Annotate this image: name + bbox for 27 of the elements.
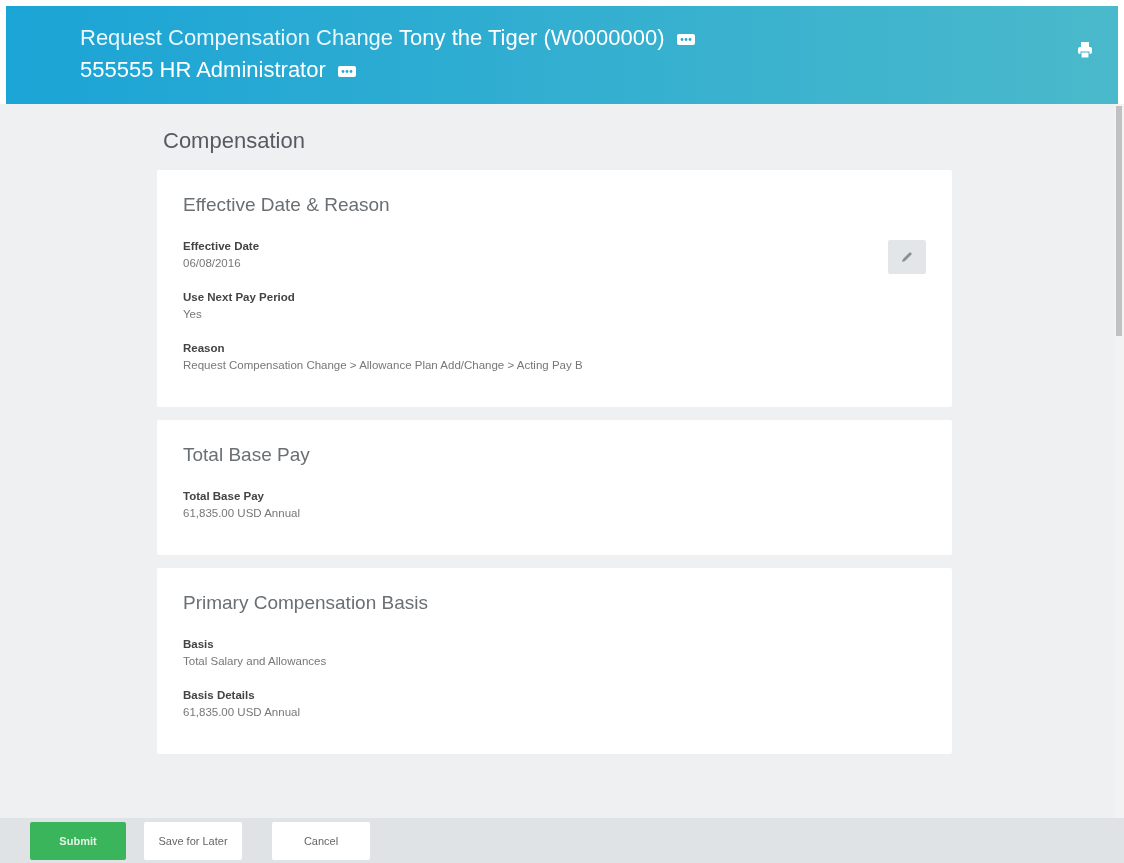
field-value: 61,835.00 USD Annual [183, 507, 300, 519]
field-label: Use Next Pay Period [183, 291, 295, 303]
print-icon[interactable] [1078, 42, 1092, 58]
task-title: Request Compensation Change [80, 25, 394, 50]
related-actions-icon[interactable] [337, 65, 356, 77]
field-label: Reason [183, 342, 225, 354]
field-label: Effective Date [183, 240, 260, 252]
field-label: Basis [183, 638, 214, 650]
footer-button[interactable]: Save for Later [144, 821, 242, 860]
section-title: Effective Date & Reason [183, 194, 390, 216]
field-label: Basis Details [183, 689, 255, 701]
edit-button[interactable] [888, 240, 926, 274]
submit-button[interactable]: Submit [30, 821, 126, 860]
field-value: 06/08/2016 [183, 257, 241, 269]
field-value: Yes [183, 308, 202, 320]
section-title: Primary Compensation Basis [183, 592, 428, 614]
pencil-icon [900, 250, 914, 264]
field-value: Request Compensation Change > Allowance Plan Add/Change > Acting Pay B [183, 359, 583, 371]
field-value: Total Salary and Allowances [183, 655, 327, 667]
field-label: Total Base Pay [183, 490, 264, 502]
section-title: Total Base Pay [183, 444, 310, 466]
footer-button[interactable]: Cancel [272, 821, 370, 860]
related-actions-icon[interactable] [676, 33, 695, 45]
title-link[interactable]: 555555 HR Administrator [80, 54, 326, 86]
page-title: Compensation [163, 128, 305, 154]
title-link[interactable]: Tony the Tiger (W0000000) [399, 22, 665, 54]
field-value: 61,835.00 USD Annual [183, 706, 300, 718]
